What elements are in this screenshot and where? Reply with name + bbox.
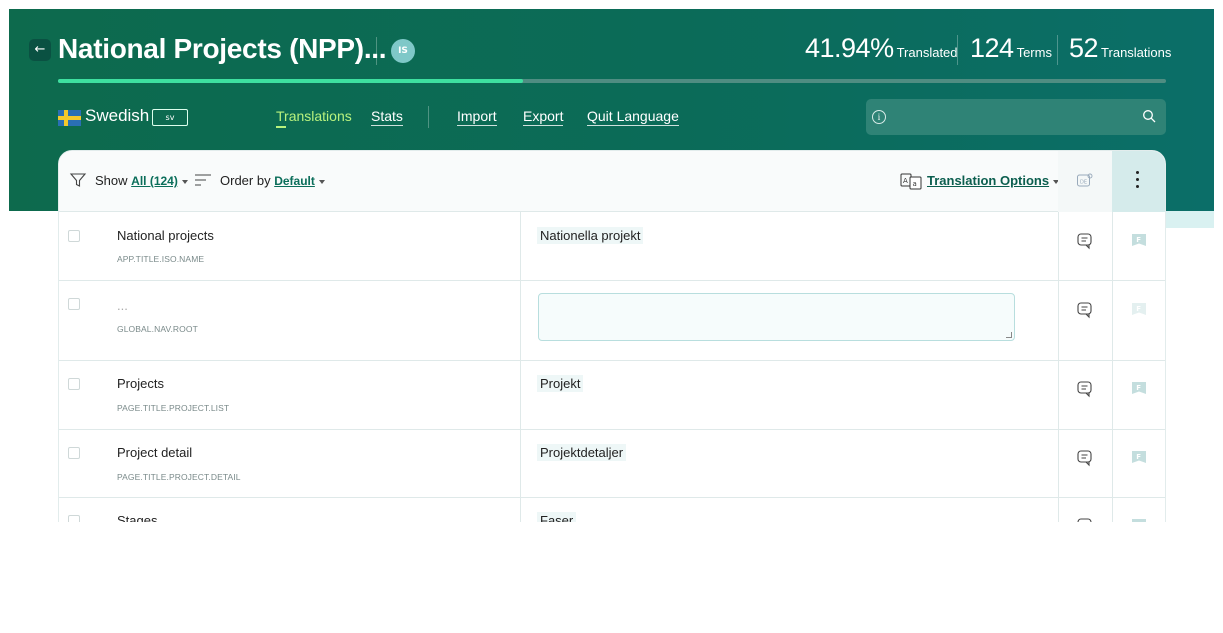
svg-text:A: A <box>903 177 908 185</box>
bulk-translate-icon[interactable]: DE <box>1076 173 1094 189</box>
sort-icon <box>195 174 211 186</box>
stat-translated: 41.94% Translated <box>805 33 958 64</box>
source-text: Projects <box>117 376 164 391</box>
svg-text:F: F <box>1136 236 1141 244</box>
row-checkbox[interactable] <box>68 230 80 242</box>
header-divider <box>376 37 377 65</box>
translate-icon: A a <box>900 173 922 190</box>
svg-text:a: a <box>913 180 917 188</box>
sweden-flag-icon <box>58 110 81 126</box>
header-tail <box>1166 211 1214 228</box>
stat-divider <box>1057 35 1058 65</box>
table-row: National projects APP.TITLE.ISO.NAME Nat… <box>59 212 1165 281</box>
owner-avatar[interactable]: IS <box>391 39 415 63</box>
filter-icon <box>69 173 87 187</box>
translation-progress-fill <box>58 79 523 83</box>
stat-translated-value: 41.94% <box>805 33 894 63</box>
row-checkbox[interactable] <box>68 378 80 390</box>
term-key: PAGE.TITLE.PROJECT.LIST <box>117 403 230 413</box>
order-by-value[interactable]: Default <box>274 174 315 188</box>
svg-text:DE: DE <box>1080 180 1087 186</box>
flag-icon[interactable] <box>1130 517 1148 522</box>
svg-text:F: F <box>1136 453 1141 461</box>
comment-icon[interactable] <box>1076 449 1094 467</box>
svg-text:F: F <box>1136 305 1141 313</box>
translation-text[interactable]: Projekt <box>537 375 584 392</box>
table-row: Stages Faser <box>59 498 1165 522</box>
info-icon[interactable]: i <box>872 110 886 124</box>
translation-textarea[interactable] <box>538 293 1015 341</box>
flag-icon[interactable]: F <box>1130 232 1148 250</box>
export-link[interactable]: Export <box>523 108 564 126</box>
term-key: PAGE.TITLE.PROJECT.DETAIL <box>117 472 241 482</box>
term-key: APP.TITLE.ISO.NAME <box>117 254 205 264</box>
resize-handle-icon[interactable] <box>1006 332 1012 338</box>
comment-icon[interactable] <box>1076 380 1094 398</box>
translations-table: Show All (124) Order by Default A a Tran… <box>58 150 1166 522</box>
translation-text[interactable]: Projektdetaljer <box>537 444 627 461</box>
stat-translations-label: Translations <box>1101 45 1172 60</box>
table-row: Projects PAGE.TITLE.PROJECT.LIST Projekt… <box>59 361 1165 430</box>
source-text: Project detail <box>117 445 193 460</box>
quit-language-link[interactable]: Quit Language <box>587 108 679 126</box>
tab-stats[interactable]: Stats <box>371 108 403 126</box>
svg-text:F: F <box>1136 384 1141 392</box>
table-toolbar: Show All (124) Order by Default A a Tran… <box>59 151 1165 212</box>
stat-terms-value: 124 <box>970 33 1014 63</box>
order-by-dropdown[interactable]: Order by Default <box>220 173 325 188</box>
back-button[interactable]: ← <box>29 39 51 61</box>
show-label: Show <box>95 173 128 188</box>
language-code-badge: sv <box>152 109 188 126</box>
order-by-label: Order by <box>220 173 271 188</box>
project-title: National Projects (NPP)... <box>58 33 387 64</box>
app-viewport: ← National Projects (NPP)... IS 41.94% Tr… <box>9 9 1214 522</box>
comment-icon[interactable] <box>1076 301 1094 319</box>
table-row: ... GLOBAL.NAV.ROOT F <box>59 281 1165 361</box>
arrow-left-icon: ← <box>34 42 46 57</box>
stat-translated-label: Translated <box>896 45 958 60</box>
stat-translations: 52 Translations <box>1069 33 1171 64</box>
import-link[interactable]: Import <box>457 108 497 126</box>
more-menu-cell <box>1112 151 1165 212</box>
comment-icon[interactable] <box>1076 232 1094 250</box>
more-options-icon[interactable] <box>1136 171 1140 191</box>
translation-progress-bar <box>58 79 1166 83</box>
translation-options-dropdown[interactable]: Translation Options <box>927 173 1060 188</box>
stat-terms-label: Terms <box>1016 45 1052 60</box>
table-row: Project detail PAGE.TITLE.PROJECT.DETAIL… <box>59 430 1165 498</box>
tab-translations[interactable]: Translations <box>276 108 352 125</box>
active-tab-indicator <box>276 126 286 128</box>
translation-options-label: Translation Options <box>927 173 1050 188</box>
comment-icon[interactable] <box>1076 517 1094 522</box>
flag-icon[interactable]: F <box>1130 449 1148 467</box>
translation-text[interactable]: Nationella projekt <box>537 227 644 244</box>
stat-translations-value: 52 <box>1069 33 1099 63</box>
flag-icon[interactable]: F <box>1130 301 1148 319</box>
translation-text[interactable]: Faser <box>537 512 577 522</box>
bulk-action-cell: DE <box>1058 151 1112 212</box>
chevron-down-icon <box>318 179 325 184</box>
nav-divider <box>428 106 429 128</box>
stat-divider <box>957 35 958 65</box>
stat-terms: 124 Terms <box>970 33 1052 64</box>
source-text: Stages <box>117 513 158 522</box>
chevron-down-icon <box>181 179 188 184</box>
search-icon[interactable] <box>1142 109 1156 123</box>
term-key: GLOBAL.NAV.ROOT <box>117 324 198 334</box>
language-name: Swedish <box>85 106 150 125</box>
row-checkbox[interactable] <box>68 515 80 522</box>
show-filter-value[interactable]: All (124) <box>131 174 178 188</box>
search-input[interactable]: i <box>866 99 1166 135</box>
source-text: National projects <box>117 228 214 243</box>
source-text: ... <box>117 298 128 313</box>
flag-icon[interactable]: F <box>1130 380 1148 398</box>
row-checkbox[interactable] <box>68 298 80 310</box>
show-filter[interactable]: Show All (124) <box>95 173 188 188</box>
row-checkbox[interactable] <box>68 447 80 459</box>
